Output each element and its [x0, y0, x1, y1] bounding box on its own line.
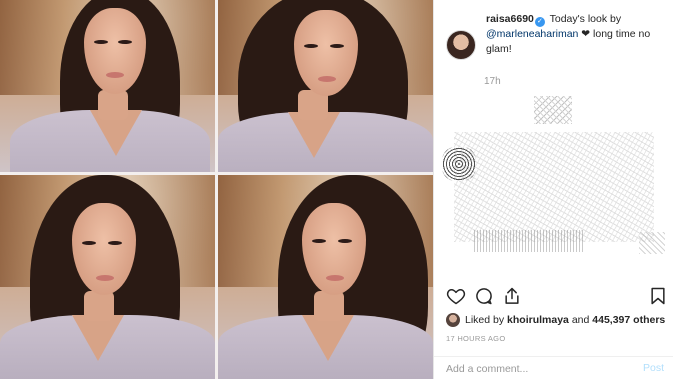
- liked-by-prefix: Liked by: [465, 314, 505, 326]
- post-timestamp[interactable]: 17 HOURS AGO: [446, 334, 505, 343]
- heart-emoji: ❤: [581, 28, 591, 40]
- caption-text: raisa6690 ✓ Today's look by @marleneahari…: [486, 12, 670, 60]
- liked-by-row: Liked by khoirulmaya and 445,397 others: [446, 312, 665, 328]
- verified-badge-icon: ✓: [534, 17, 545, 27]
- collage-photo-top-left: [0, 0, 215, 172]
- caption-prefix: Today's look by: [549, 13, 622, 25]
- comments-area-noise: [434, 92, 673, 282]
- photo-collage[interactable]: [0, 0, 433, 379]
- likes-others[interactable]: others: [633, 314, 665, 326]
- comment-bubble-icon[interactable]: [474, 286, 494, 306]
- comment-box: Post: [434, 356, 673, 380]
- post-caption: raisa6690 ✓ Today's look by @marleneahari…: [446, 12, 670, 60]
- heart-outline-icon[interactable]: [446, 286, 466, 306]
- caption-mention-link[interactable]: @marleneahariman: [486, 28, 578, 40]
- collage-photo-bottom-left: [0, 175, 215, 379]
- liker-username[interactable]: khoirulmaya: [507, 314, 569, 326]
- liked-by-and: and: [571, 314, 590, 326]
- liker-avatar[interactable]: [446, 313, 460, 327]
- action-bar: [446, 286, 668, 308]
- caption-time-ago: 17h: [484, 76, 501, 87]
- post-panel: raisa6690 ✓ Today's look by @marleneahari…: [433, 0, 673, 379]
- post-comment-button[interactable]: Post: [643, 362, 664, 374]
- author-username[interactable]: raisa6690: [486, 13, 534, 25]
- collage-photo-top-right: [218, 0, 433, 172]
- comment-input[interactable]: [446, 361, 626, 377]
- bookmark-icon[interactable]: [648, 286, 668, 306]
- share-upload-icon[interactable]: [502, 286, 522, 306]
- collage-photo-bottom-right: [218, 175, 433, 379]
- author-avatar[interactable]: [446, 30, 476, 60]
- likes-count[interactable]: 445,397: [592, 314, 630, 326]
